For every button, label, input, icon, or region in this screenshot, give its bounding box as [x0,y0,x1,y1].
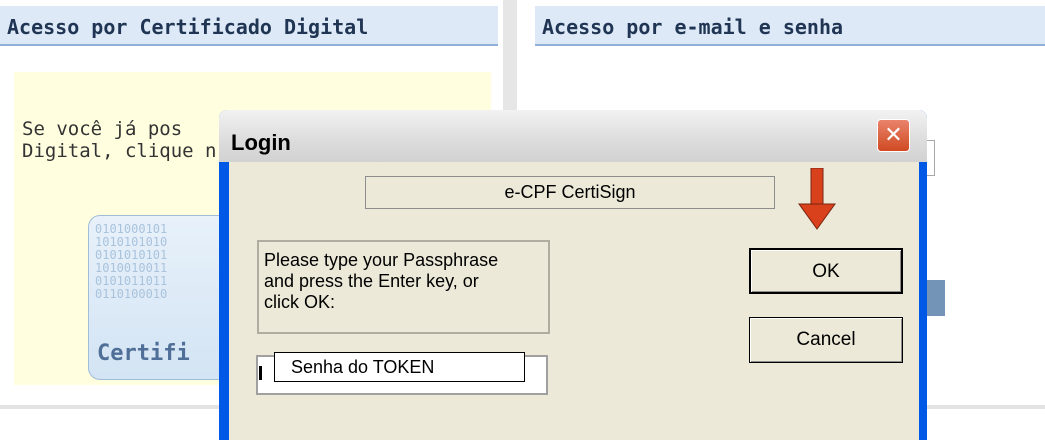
certificate-info-line-1: Se você já pos [22,118,183,140]
email-panel-heading: Acesso por e-mail e senha [535,6,1045,46]
text-cursor [259,366,262,380]
binary-pattern: 0101000101 1010101010 0101010101 1010010… [95,222,168,301]
login-dialog: Login ✕ e-CPF CertiSign Please type your… [219,110,927,440]
dialog-titlebar[interactable]: Login ✕ [219,110,927,162]
token-password-callout: Senha do TOKEN [274,352,525,382]
cancel-button[interactable]: Cancel [749,317,903,363]
ok-button[interactable]: OK [749,248,903,294]
close-icon[interactable]: ✕ [877,119,910,152]
token-name-label: e-CPF CertiSign [365,176,775,209]
certificate-card-label: Certifi [97,341,190,366]
passphrase-instructions: Please type your Passphrase and press th… [257,240,550,334]
certificate-info-text: Se você já pos Digital, clique n [22,118,216,162]
email-login-button-edge[interactable] [925,280,945,316]
dialog-body: e-CPF CertiSign Please type your Passphr… [229,162,919,440]
dialog-title: Login [231,130,291,155]
certificate-panel-heading: Acesso por Certificado Digital [0,6,498,46]
arrow-down-icon [798,168,836,230]
certificate-info-line-2: Digital, clique n [22,140,217,162]
certificate-card-button[interactable]: 0101000101 1010101010 0101010101 1010010… [88,215,240,380]
